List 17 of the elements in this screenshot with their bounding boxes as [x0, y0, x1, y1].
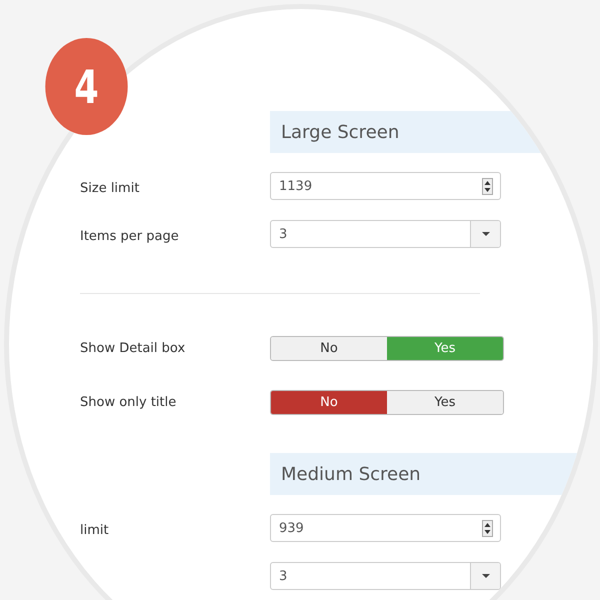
caret-icon — [482, 574, 490, 578]
caret-icon — [482, 232, 490, 236]
step-badge: 4 — [45, 38, 128, 135]
toggle-option[interactable]: Yes — [387, 391, 503, 414]
toggle-option[interactable]: No — [271, 391, 387, 414]
spinner-icon[interactable] — [482, 520, 493, 536]
number-field[interactable]: 939 — [270, 514, 501, 542]
field-label: Show only title — [80, 395, 178, 410]
field-label: Show Detail box — [80, 341, 186, 356]
field-label: limit — [80, 522, 109, 538]
select-field[interactable]: 3 — [270, 562, 501, 590]
toggle-option[interactable]: No — [271, 337, 387, 360]
field-label: Items per page — [80, 228, 179, 244]
select-field[interactable]: 3 — [270, 220, 501, 248]
spinner-icon[interactable] — [482, 178, 493, 194]
number-field[interactable]: 1139 — [270, 172, 501, 200]
field-label: Size limit — [80, 180, 140, 196]
